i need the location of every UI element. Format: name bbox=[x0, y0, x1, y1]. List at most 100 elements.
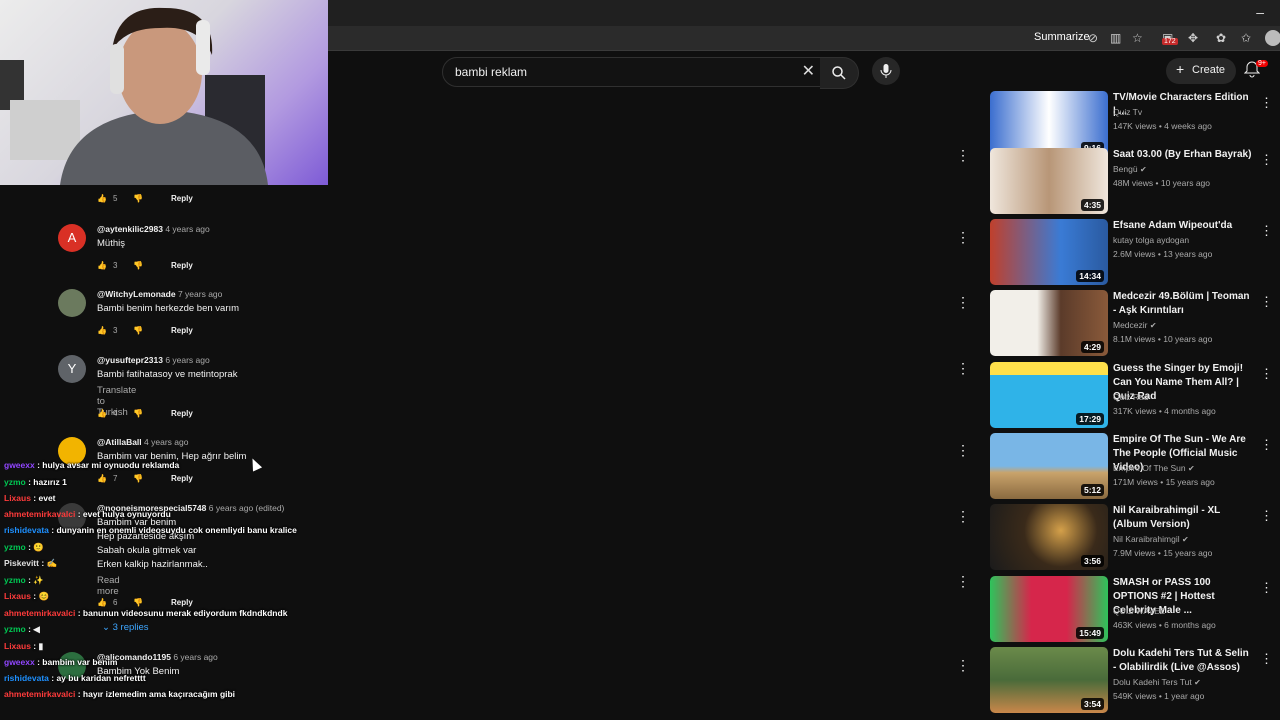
video-title[interactable]: Medcezir 49.Bölüm | Teoman - Aşk Kırıntı… bbox=[1113, 290, 1253, 318]
more-vert-icon[interactable]: ⋮ bbox=[956, 360, 970, 377]
minimize-icon[interactable]: – bbox=[1256, 4, 1264, 20]
extension-icon[interactable]: ⊘ bbox=[1088, 31, 1098, 45]
more-vert-icon[interactable]: ⋮ bbox=[1260, 580, 1273, 596]
duration-badge: 15:49 bbox=[1076, 627, 1104, 639]
reader-icon[interactable]: ▥ bbox=[1110, 31, 1121, 45]
thumb-down-icon[interactable]: 👎 bbox=[133, 409, 143, 418]
thumb-up-icon[interactable]: 👍 bbox=[97, 194, 107, 203]
puzzle-icon[interactable]: ✥ bbox=[1188, 31, 1198, 45]
chat-message: yzmo : ◀ bbox=[4, 624, 40, 634]
video-thumbnail[interactable]: 3:56 bbox=[990, 504, 1108, 570]
extension-icon[interactable]: ✿ bbox=[1216, 31, 1226, 45]
channel-name[interactable]: QUIZ WAVEZ bbox=[1113, 606, 1165, 616]
more-vert-icon[interactable]: ⋮ bbox=[956, 573, 970, 590]
reply-button[interactable]: Reply bbox=[171, 261, 193, 270]
channel-name[interactable]: Empire Of The Sun ✔ bbox=[1113, 463, 1195, 473]
video-thumbnail[interactable]: 3:54 bbox=[990, 647, 1108, 713]
more-vert-icon[interactable]: ⋮ bbox=[1260, 95, 1273, 111]
create-button[interactable]: + Create bbox=[1166, 58, 1236, 84]
chat-username: yzmo bbox=[4, 542, 26, 552]
thumb-up-icon[interactable]: 👍 bbox=[97, 409, 107, 418]
thumb-up-icon[interactable]: 👍 bbox=[97, 261, 107, 270]
avatar[interactable] bbox=[58, 289, 86, 317]
favorites-icon[interactable]: ✩ bbox=[1241, 31, 1251, 45]
more-vert-icon[interactable]: ⋮ bbox=[956, 229, 970, 246]
recommendation-item[interactable]: 4:29 Medcezir 49.Bölüm | Teoman - Aşk Kı… bbox=[990, 290, 1276, 356]
more-vert-icon[interactable]: ⋮ bbox=[956, 147, 970, 164]
video-title[interactable]: Saat 03.00 (By Erhan Bayrak) bbox=[1113, 148, 1253, 162]
video-title[interactable]: Dolu Kadehi Ters Tut & Selin - Olabilird… bbox=[1113, 647, 1253, 675]
webcam-overlay bbox=[0, 0, 328, 185]
channel-name[interactable]: Quiz Rad bbox=[1113, 392, 1148, 402]
more-vert-icon[interactable]: ⋮ bbox=[1260, 651, 1273, 667]
thumb-up-icon[interactable]: 👍 bbox=[97, 326, 107, 335]
recommendation-item[interactable]: 3:54 Dolu Kadehi Ters Tut & Selin - Olab… bbox=[990, 647, 1276, 713]
more-vert-icon[interactable]: ⋮ bbox=[956, 508, 970, 525]
avatar[interactable]: A bbox=[58, 224, 86, 252]
recommendation-item[interactable]: 4:35 Saat 03.00 (By Erhan Bayrak) Bengü … bbox=[990, 148, 1276, 214]
thumb-down-icon[interactable]: 👎 bbox=[133, 326, 143, 335]
more-vert-icon[interactable]: ⋮ bbox=[1260, 508, 1273, 524]
chat-username: ahmetemirkavalci bbox=[4, 689, 76, 699]
video-title[interactable]: Efsane Adam Wipeout'da bbox=[1113, 219, 1253, 233]
streamer-image bbox=[0, 7, 268, 185]
video-thumbnail[interactable]: 14:34 bbox=[990, 219, 1108, 285]
avatar[interactable]: Y bbox=[58, 355, 86, 383]
comment-author[interactable]: @WitchyLemonade bbox=[97, 289, 176, 299]
video-thumbnail[interactable]: 4:35 bbox=[990, 148, 1108, 214]
more-vert-icon[interactable]: ⋮ bbox=[1260, 366, 1273, 382]
more-vert-icon[interactable]: ⋮ bbox=[956, 442, 970, 459]
more-vert-icon[interactable]: ⋮ bbox=[1260, 223, 1273, 239]
reply-button[interactable]: Reply bbox=[171, 194, 193, 203]
channel-name[interactable]: kutay tolga aydogan bbox=[1113, 235, 1189, 245]
more-vert-icon[interactable]: ⋮ bbox=[1260, 437, 1273, 453]
more-vert-icon[interactable]: ⋮ bbox=[956, 657, 970, 674]
chat-username: Lixaus bbox=[4, 591, 31, 601]
summarize-button[interactable]: Summarize bbox=[1034, 31, 1090, 43]
recommendation-item[interactable]: 14:34 Efsane Adam Wipeout'da kutay tolga… bbox=[990, 219, 1276, 285]
reply-button[interactable]: Reply bbox=[171, 326, 193, 335]
thumb-down-icon[interactable]: 👎 bbox=[133, 194, 143, 203]
plus-icon: + bbox=[1176, 61, 1185, 77]
verified-icon: ✔ bbox=[1139, 165, 1147, 174]
comment-time[interactable]: 6 years ago bbox=[165, 355, 209, 365]
chat-username: gweexx bbox=[4, 657, 35, 667]
search-button[interactable] bbox=[820, 57, 859, 89]
thumb-down-icon[interactable]: 👎 bbox=[133, 261, 143, 270]
chat-username: gweexx bbox=[4, 460, 35, 470]
comment-time[interactable]: 7 years ago bbox=[178, 289, 222, 299]
channel-name[interactable]: Dolu Kadehi Ters Tut ✔ bbox=[1113, 677, 1201, 687]
comment-text: Bambi benim herkezde ben varım bbox=[97, 303, 240, 314]
video-thumbnail[interactable]: 15:49 bbox=[990, 576, 1108, 642]
channel-name[interactable]: Quiz Tv bbox=[1113, 107, 1142, 117]
video-thumbnail[interactable]: 17:29 bbox=[990, 362, 1108, 428]
more-vert-icon[interactable]: ⋮ bbox=[956, 294, 970, 311]
comment-time[interactable]: 4 years ago bbox=[165, 224, 209, 234]
like-count: 3 bbox=[113, 261, 118, 270]
comment-author[interactable]: @yusuftepr2313 bbox=[97, 355, 163, 365]
recommendation-item[interactable]: 5:12 Empire Of The Sun - We Are The Peop… bbox=[990, 433, 1276, 499]
more-vert-icon[interactable]: ⋮ bbox=[1260, 294, 1273, 310]
comment-text: Müthiş bbox=[97, 238, 125, 249]
star-icon[interactable]: ☆ bbox=[1132, 31, 1143, 45]
reply-button[interactable]: Reply bbox=[171, 409, 193, 418]
more-vert-icon[interactable]: ⋮ bbox=[1260, 152, 1273, 168]
video-thumbnail[interactable]: 5:12 bbox=[990, 433, 1108, 499]
profile-avatar[interactable] bbox=[1265, 30, 1280, 46]
search-box[interactable]: bambi reklam ✕ bbox=[442, 57, 822, 87]
chat-message: gweexx : bambim var benim bbox=[4, 657, 118, 667]
comment-author[interactable]: @aytenkilic2983 bbox=[97, 224, 163, 234]
recommendation-item[interactable]: 17:29 Guess the Singer by Emoji! Can You… bbox=[990, 362, 1276, 428]
channel-name[interactable]: Nil Karaibrahimgil ✔ bbox=[1113, 534, 1189, 544]
video-title[interactable]: Nil Karaibrahimgil - XL (Album Version) bbox=[1113, 504, 1253, 532]
recommendation-item[interactable]: 3:56 Nil Karaibrahimgil - XL (Album Vers… bbox=[990, 504, 1276, 570]
recommendation-item[interactable]: 15:49 SMASH or PASS 100 OPTIONS #2 | Hot… bbox=[990, 576, 1276, 642]
channel-name[interactable]: Medcezir ✔ bbox=[1113, 320, 1157, 330]
chat-username: Lixaus bbox=[4, 493, 31, 503]
close-icon[interactable]: ✕ bbox=[802, 61, 815, 81]
search-input[interactable]: bambi reklam bbox=[455, 65, 527, 79]
chat-text: banunun videosunu merak ediyordum fkdndk… bbox=[82, 608, 288, 618]
channel-name[interactable]: Bengü ✔ bbox=[1113, 164, 1147, 174]
voice-search-button[interactable] bbox=[872, 57, 900, 85]
video-thumbnail[interactable]: 4:29 bbox=[990, 290, 1108, 356]
